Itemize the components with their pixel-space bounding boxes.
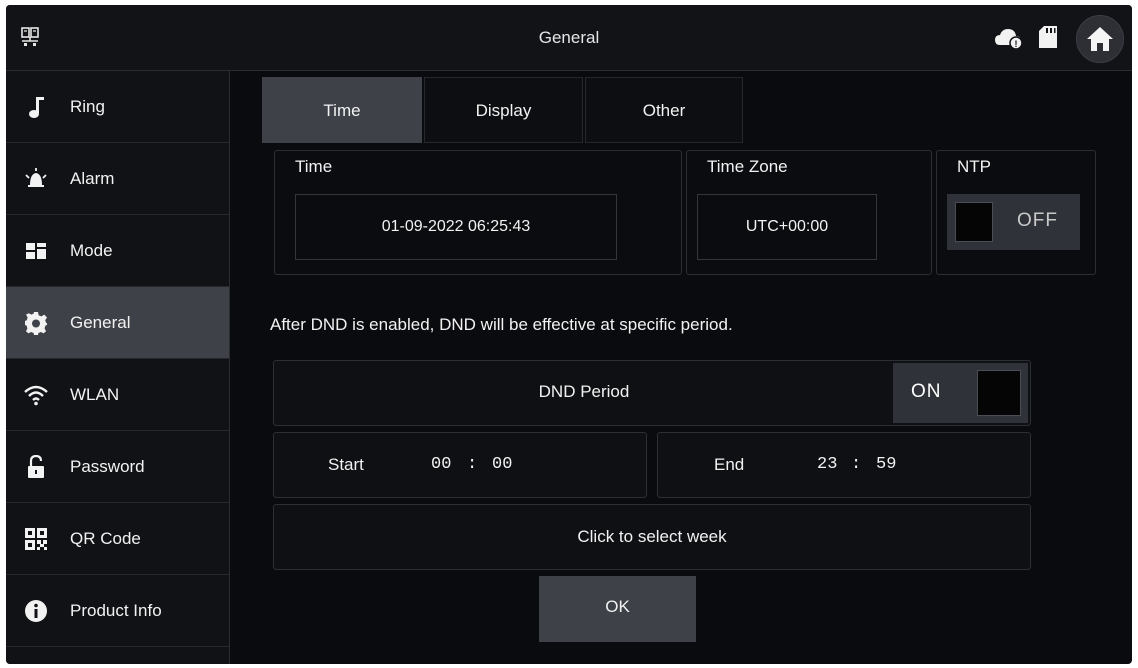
dnd-period-row: DND Period ON: [273, 360, 1031, 426]
timezone-panel: Time Zone UTC+00:00: [686, 150, 932, 275]
dnd-start-row[interactable]: Start 00 : 00: [273, 432, 647, 498]
qr-code-icon: [25, 528, 47, 550]
sidebar-item-label: Mode: [70, 241, 113, 260]
time-field[interactable]: 01-09-2022 06:25:43: [295, 194, 617, 260]
sidebar-item-mode[interactable]: Mode: [6, 215, 229, 287]
sidebar-item-password[interactable]: Password: [6, 431, 229, 503]
device-screen: General ! Ring Alarm Mode General WLAN P…: [6, 5, 1132, 664]
music-note-icon: [29, 97, 44, 118]
sidebar-item-general[interactable]: General: [6, 287, 229, 359]
sidebar-item-label: QR Code: [70, 529, 141, 548]
start-minute[interactable]: 00: [492, 455, 512, 474]
start-label: Start: [328, 455, 364, 474]
sidebar-item-label: Product Info: [70, 601, 162, 620]
sidebar-item-label: Password: [70, 457, 145, 476]
wifi-icon: [24, 385, 48, 406]
page-title: General: [538, 28, 600, 47]
ntp-label: NTP: [957, 157, 991, 176]
ntp-state: OFF: [1017, 210, 1058, 231]
header-bar: General !: [6, 5, 1132, 71]
start-separator: :: [467, 455, 478, 474]
sidebar-item-label: Ring: [70, 97, 105, 116]
sidebar-item-label: General: [70, 313, 131, 332]
end-label: End: [714, 455, 745, 474]
select-week-button[interactable]: Click to select week: [273, 504, 1031, 570]
end-separator: :: [851, 455, 862, 474]
sidebar-item-wlan[interactable]: WLAN: [6, 359, 229, 431]
sidebar-item-alarm[interactable]: Alarm: [6, 143, 229, 215]
gear-icon: [25, 312, 47, 335]
sidebar-item-ring[interactable]: Ring: [6, 71, 229, 143]
start-hour[interactable]: 00: [431, 455, 451, 474]
home-button[interactable]: [1076, 15, 1124, 63]
time-panel: Time 01-09-2022 06:25:43: [274, 150, 682, 275]
alarm-icon: [25, 168, 47, 187]
toggle-knob: [977, 370, 1021, 416]
ok-button[interactable]: OK: [539, 576, 696, 642]
mode-icon: [26, 243, 46, 259]
sidebar-item-label: Alarm: [70, 169, 115, 188]
sidebar-item-product-info[interactable]: Product Info: [6, 575, 229, 647]
info-icon: [25, 600, 47, 622]
toggle-knob: [955, 202, 993, 242]
tab-other[interactable]: Other: [585, 77, 743, 143]
ntp-panel: NTP OFF: [936, 150, 1096, 275]
lock-icon: [28, 455, 44, 478]
svg-text:!: !: [1015, 39, 1018, 49]
dnd-end-row[interactable]: End 23 : 59: [657, 432, 1031, 498]
cloud-icon[interactable]: !: [994, 27, 1024, 49]
end-hour[interactable]: 23: [817, 455, 837, 474]
tab-display[interactable]: Display: [424, 77, 583, 143]
sd-card-icon: [1039, 26, 1057, 48]
end-minute[interactable]: 59: [876, 455, 896, 474]
settings-sidebar: Ring Alarm Mode General WLAN Password QR…: [6, 71, 230, 664]
select-week-label: Click to select week: [577, 527, 727, 546]
sidebar-item-label: WLAN: [70, 385, 120, 404]
dnd-period-toggle[interactable]: ON: [893, 363, 1028, 423]
tab-time[interactable]: Time: [262, 77, 422, 143]
dnd-period-state: ON: [911, 381, 942, 402]
home-icon: [1087, 27, 1113, 51]
dnd-info-text: After DND is enabled, DND will be effect…: [270, 315, 733, 334]
sidebar-item-qr-code[interactable]: QR Code: [6, 503, 229, 575]
timezone-field[interactable]: UTC+00:00: [697, 194, 877, 260]
ntp-toggle[interactable]: OFF: [947, 194, 1080, 250]
time-label: Time: [295, 157, 333, 176]
dnd-period-label: DND Period: [538, 382, 630, 401]
timezone-label: Time Zone: [707, 157, 788, 176]
